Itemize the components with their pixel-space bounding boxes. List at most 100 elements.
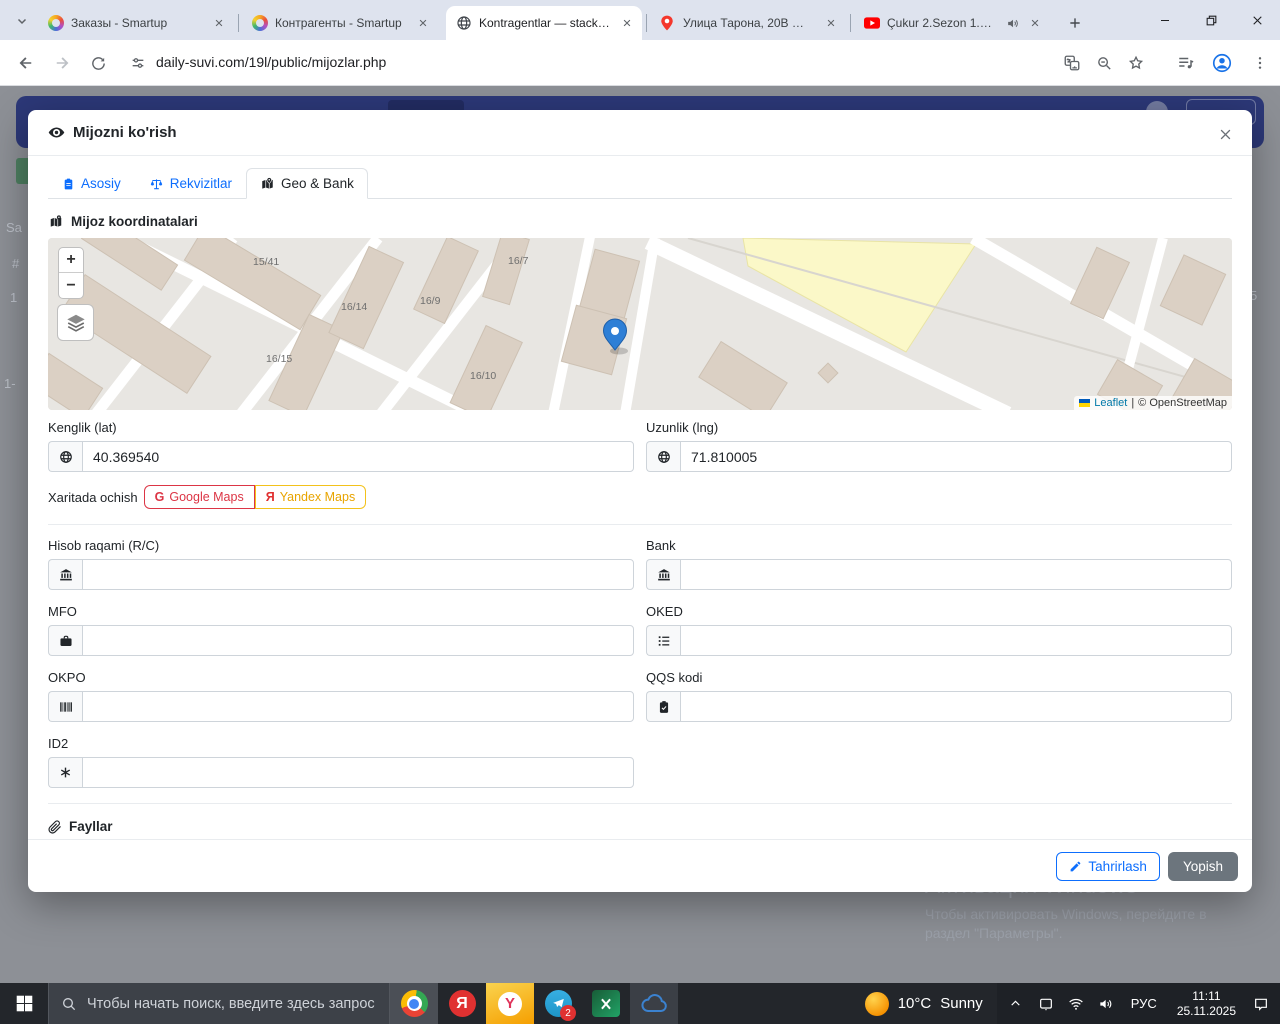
map-attribution: Leaflet | © OpenStreetMap (1074, 396, 1232, 410)
tray-chevron-up-icon[interactable] (1003, 989, 1029, 1019)
field-label: OKED (646, 604, 683, 619)
map-zoom-control: + − (58, 247, 84, 299)
profile-avatar-icon[interactable] (1208, 49, 1236, 77)
scales-icon (150, 178, 162, 189)
asterisk-icon (48, 757, 82, 788)
watermark-line: Чтобы активировать Windows, перейдите в (925, 906, 1207, 922)
yandex-maps-label: Yandex Maps (279, 490, 356, 504)
osm-attribution[interactable]: © OpenStreetMap (1138, 397, 1227, 409)
search-icon (63, 997, 76, 1010)
bank-input[interactable] (680, 559, 1232, 590)
tab-close-icon[interactable] (210, 14, 228, 32)
minimize-button[interactable] (1142, 0, 1188, 40)
bank-icon (48, 559, 82, 590)
google-g-icon: G (154, 490, 165, 504)
taskbar-cloud-app[interactable] (630, 983, 678, 1024)
zoom-out-button[interactable]: − (59, 273, 83, 298)
oked-input[interactable] (680, 625, 1232, 656)
translate-icon[interactable] (1058, 49, 1086, 77)
tab-audio-icon[interactable] (1006, 17, 1019, 30)
map-layers-control[interactable] (57, 304, 94, 341)
taskbar-search-placeholder: Чтобы начать поиск, введите здесь запрос (87, 995, 375, 1012)
field-label: ID2 (48, 736, 69, 751)
briefcase-icon (48, 625, 82, 656)
modal-title: Mijozni ko'rish (48, 124, 177, 141)
okpo-input[interactable] (82, 691, 634, 722)
tab-close-icon[interactable] (414, 14, 432, 32)
browser-menu-icon[interactable] (1246, 49, 1274, 77)
tab-youtube[interactable]: Çukur 2.Sezon 1.Bölü (854, 6, 1050, 40)
modal-close-button[interactable] (1214, 123, 1236, 145)
map-label: 16/7 (508, 255, 529, 267)
tab-close-icon[interactable] (822, 14, 840, 32)
zoom-in-button[interactable]: + (59, 248, 83, 273)
tab-kontragenty[interactable]: Контрагенты - Smartup (242, 6, 438, 40)
notification-center-icon[interactable] (1248, 989, 1274, 1019)
tab-yandex-maps[interactable]: Улица Тарона, 20В — Ян (650, 6, 846, 40)
ordered-list-icon (646, 625, 680, 656)
section-heading-text: Mijoz koordinatalari (71, 214, 198, 229)
lat-input[interactable] (82, 441, 634, 472)
map-label: 16/9 (420, 295, 441, 307)
taskbar-yandex[interactable]: Я (438, 983, 486, 1024)
leaflet-map[interactable]: 15/41 16/14 16/9 16/15 16/7 16/10 + − Le… (48, 238, 1232, 410)
tab-zakazy[interactable]: Заказы - Smartup (38, 6, 234, 40)
browser-tabstrip: Заказы - Smartup Контрагенты - Smartup K… (0, 0, 1280, 40)
bank-icon (646, 559, 680, 590)
reload-button[interactable] (84, 49, 112, 77)
taskbar-weather[interactable]: 10°C Sunny (851, 983, 997, 1024)
globe-favicon (456, 15, 472, 31)
attribution-separator: | (1131, 397, 1135, 409)
bookmark-star-icon[interactable] (1122, 49, 1150, 77)
hisob-raqami-input[interactable] (82, 559, 634, 590)
yandex-maps-button[interactable]: Я Yandex Maps (254, 485, 367, 509)
qqs-kodi-input[interactable] (680, 691, 1232, 722)
barcode-icon (48, 691, 82, 722)
map-label: 16/10 (470, 370, 496, 382)
leaflet-link[interactable]: Leaflet (1094, 397, 1127, 409)
taskbar-clock[interactable]: 11:11 25.11.2025 (1169, 989, 1244, 1019)
taskbar-excel[interactable] (582, 983, 630, 1024)
restore-button[interactable] (1188, 0, 1234, 40)
site-info-icon[interactable] (124, 49, 152, 77)
edit-button[interactable]: Tahrirlash (1056, 851, 1160, 881)
tab-asosiy[interactable]: Asosiy (48, 168, 135, 199)
tab-close-icon[interactable] (618, 14, 636, 32)
media-controls-icon[interactable] (1172, 49, 1200, 77)
taskbar-search-box[interactable]: Чтобы начать поиск, введите здесь запрос (48, 983, 390, 1024)
taskbar-telegram[interactable]: 2 (534, 983, 582, 1024)
tray-wifi-icon[interactable] (1063, 989, 1089, 1019)
windows-taskbar: Чтобы начать поиск, введите здесь запрос… (0, 983, 1280, 1024)
field-okpo: OKPO (48, 670, 634, 722)
tab-search-button[interactable] (10, 9, 34, 33)
close-modal-button[interactable]: Yopish (1167, 851, 1238, 881)
tray-tablet-icon[interactable] (1033, 989, 1059, 1019)
url-field[interactable]: daily-suvi.com/19l/public/mijozlar.php (156, 54, 386, 70)
start-button[interactable] (0, 983, 48, 1024)
forward-button[interactable] (48, 49, 76, 77)
back-button[interactable] (12, 49, 40, 77)
close-window-button[interactable] (1234, 0, 1280, 40)
sun-icon (864, 991, 889, 1016)
tab-close-icon[interactable] (1026, 14, 1044, 32)
id2-input[interactable] (82, 757, 634, 788)
tab-label: Asosiy (81, 176, 121, 191)
tray-volume-icon[interactable] (1093, 989, 1119, 1019)
mfo-input[interactable] (82, 625, 634, 656)
tab-kontragentlar-active[interactable]: Kontragentlar — stacked (446, 6, 642, 40)
new-tab-button[interactable] (1062, 10, 1088, 36)
google-maps-button[interactable]: G Google Maps (143, 485, 255, 509)
field-id2: ID2 (48, 736, 634, 788)
modal-header: Mijozni ko'rish (28, 110, 1252, 156)
zoom-icon[interactable] (1090, 49, 1118, 77)
taskbar-chrome[interactable] (390, 983, 438, 1024)
lng-input[interactable] (680, 441, 1232, 472)
tab-rekvizitlar[interactable]: Rekvizitlar (135, 168, 246, 199)
language-indicator[interactable]: РУС (1123, 996, 1165, 1011)
clock-date: 25.11.2025 (1176, 1003, 1236, 1018)
open-in-maps-label: Xaritada ochish (48, 489, 138, 505)
pencil-icon (1071, 861, 1081, 871)
tab-geo-bank[interactable]: Geo & Bank (246, 168, 368, 199)
taskbar-yandex-browser[interactable]: Y (486, 983, 534, 1024)
smartup-favicon (48, 15, 64, 31)
